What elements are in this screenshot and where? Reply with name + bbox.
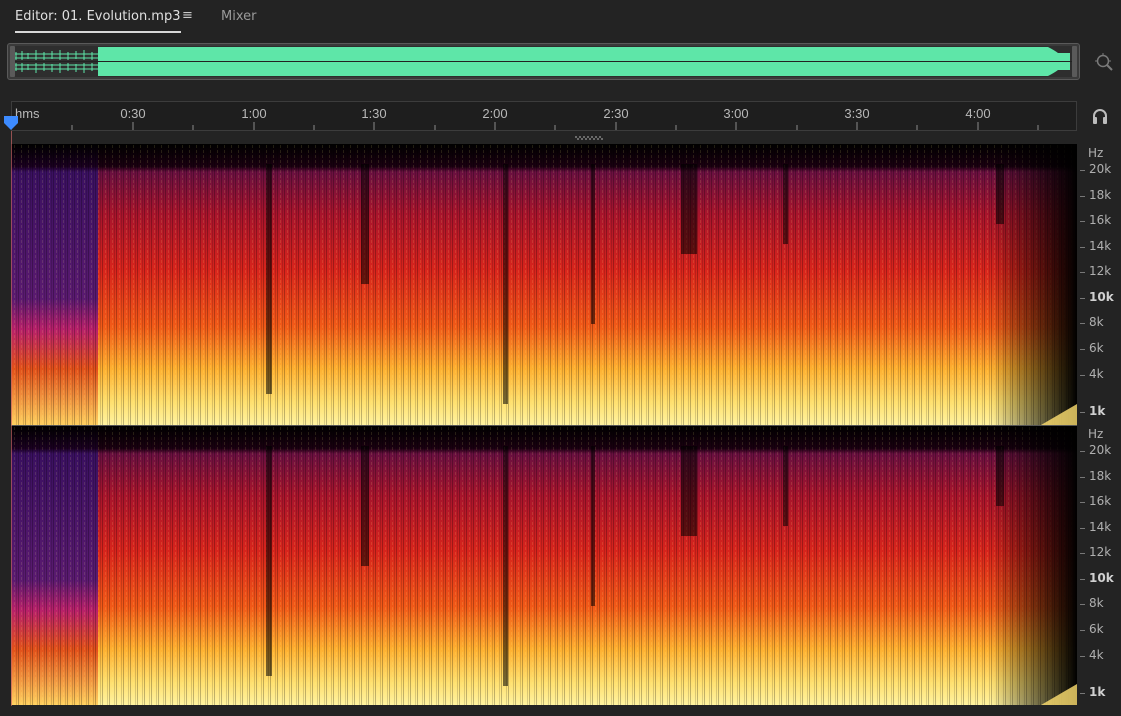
headphones-icon[interactable] bbox=[1091, 107, 1109, 125]
panel-splitter[interactable] bbox=[575, 136, 605, 140]
overview-wave-right bbox=[98, 62, 1070, 76]
waveform-overview[interactable] bbox=[7, 43, 1080, 80]
hz-label: 18k bbox=[1089, 469, 1112, 483]
ruler-labels: 0:30 1:00 1:30 2:00 2:30 3:00 3:30 4:00 bbox=[120, 106, 990, 121]
ruler-label: 1:30 bbox=[361, 106, 386, 121]
hz-label: 20k bbox=[1089, 162, 1112, 176]
hz-label: 8k bbox=[1089, 596, 1104, 610]
spectrogram-channel-left[interactable] bbox=[11, 144, 1077, 425]
tab-mixer[interactable]: Mixer bbox=[221, 9, 256, 24]
hz-label: 1k bbox=[1089, 685, 1106, 699]
overview-handle-right[interactable] bbox=[1072, 46, 1077, 77]
ruler-label: 2:30 bbox=[603, 106, 628, 121]
hz-label: 4k bbox=[1089, 648, 1104, 662]
hz-unit-label: Hz bbox=[1088, 146, 1104, 160]
hz-label: 16k bbox=[1089, 494, 1112, 508]
ruler-ticks bbox=[71, 122, 1039, 130]
hz-scale-right: Hz 20k 18k 16k 14k 12k 10k 8k 6k 4k 1k bbox=[1077, 425, 1121, 706]
hz-label: 20k bbox=[1089, 443, 1112, 457]
hz-label: 8k bbox=[1089, 315, 1104, 329]
hz-label: 6k bbox=[1089, 622, 1104, 636]
hz-label: 4k bbox=[1089, 367, 1104, 381]
ruler-label: 3:30 bbox=[844, 106, 869, 121]
playhead-marker-icon[interactable] bbox=[3, 115, 19, 131]
spectrogram-channel-right[interactable] bbox=[11, 425, 1077, 705]
tab-editor[interactable]: Editor: 01. Evolution.mp3 bbox=[15, 9, 181, 33]
bottom-scrollbar[interactable] bbox=[0, 706, 1121, 716]
hz-label: 18k bbox=[1089, 188, 1112, 202]
zoom-icon[interactable] bbox=[1094, 52, 1114, 72]
ruler-label: 2:00 bbox=[482, 106, 507, 121]
hz-label: 12k bbox=[1089, 264, 1112, 278]
hz-label: 12k bbox=[1089, 545, 1112, 559]
hz-label: 14k bbox=[1089, 239, 1112, 253]
hz-label: 10k bbox=[1089, 571, 1114, 585]
tab-bar: Editor: 01. Evolution.mp3 ≡ Mixer bbox=[0, 0, 1121, 36]
hz-unit-label: Hz bbox=[1088, 427, 1104, 441]
hz-label: 14k bbox=[1089, 520, 1112, 534]
hz-label: 1k bbox=[1089, 404, 1106, 418]
overview-wave-left bbox=[98, 47, 1070, 61]
hz-label: 16k bbox=[1089, 213, 1112, 227]
ruler-label: 3:00 bbox=[723, 106, 748, 121]
hz-label: 10k bbox=[1089, 290, 1114, 304]
hz-scale-left: Hz 20k 18k 16k 14k 12k 10k 8k 6k 4k 1k bbox=[1077, 144, 1121, 425]
ruler-label: 4:00 bbox=[965, 106, 990, 121]
hz-label: 6k bbox=[1089, 341, 1104, 355]
overview-handle-left[interactable] bbox=[10, 46, 15, 77]
playhead-line bbox=[11, 131, 12, 706]
tab-menu-icon[interactable]: ≡ bbox=[182, 8, 193, 23]
ruler-label: 1:00 bbox=[241, 106, 266, 121]
time-ruler[interactable]: hms 0:30 1:00 1:30 2:00 2:30 3:00 3:30 4… bbox=[11, 101, 1077, 131]
ruler-label: 0:30 bbox=[120, 106, 145, 121]
